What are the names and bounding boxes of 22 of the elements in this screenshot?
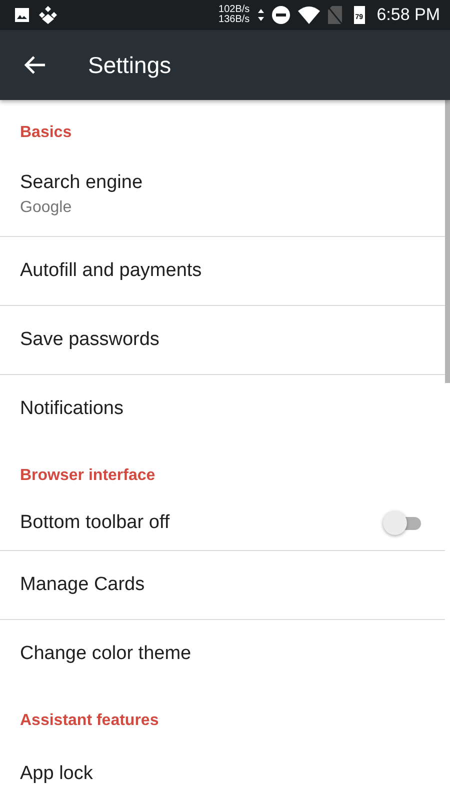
section-header: Assistant features <box>19 711 160 731</box>
upload-speed: 102B/s <box>218 5 250 15</box>
settings-item[interactable]: Save passwords <box>0 306 445 375</box>
no-sim-icon <box>328 6 342 24</box>
clock: 6:58 PM <box>376 5 440 25</box>
do-not-disturb-icon <box>272 6 290 24</box>
settings-item[interactable]: Bottom toolbar off <box>0 495 445 551</box>
wifi-icon <box>298 6 320 24</box>
settings-item[interactable]: App lock <box>0 740 445 800</box>
settings-item[interactable]: Autofill and payments <box>0 237 445 306</box>
settings-item[interactable]: Notifications <box>0 375 445 443</box>
settings-item[interactable]: Change color theme <box>0 620 445 688</box>
section-header: Basics <box>19 123 73 143</box>
section-header: Browser interface <box>19 466 156 486</box>
arrows-icon <box>258 8 264 22</box>
toolbar-title: Settings <box>88 52 172 78</box>
settings-item[interactable]: Manage Cards <box>0 551 445 620</box>
back-arrow-icon <box>24 55 46 75</box>
download-speed: 136B/s <box>218 15 250 25</box>
diamond-icon <box>38 6 58 24</box>
image-icon <box>14 7 30 23</box>
settings-item[interactable]: Search engine Google <box>0 152 445 237</box>
